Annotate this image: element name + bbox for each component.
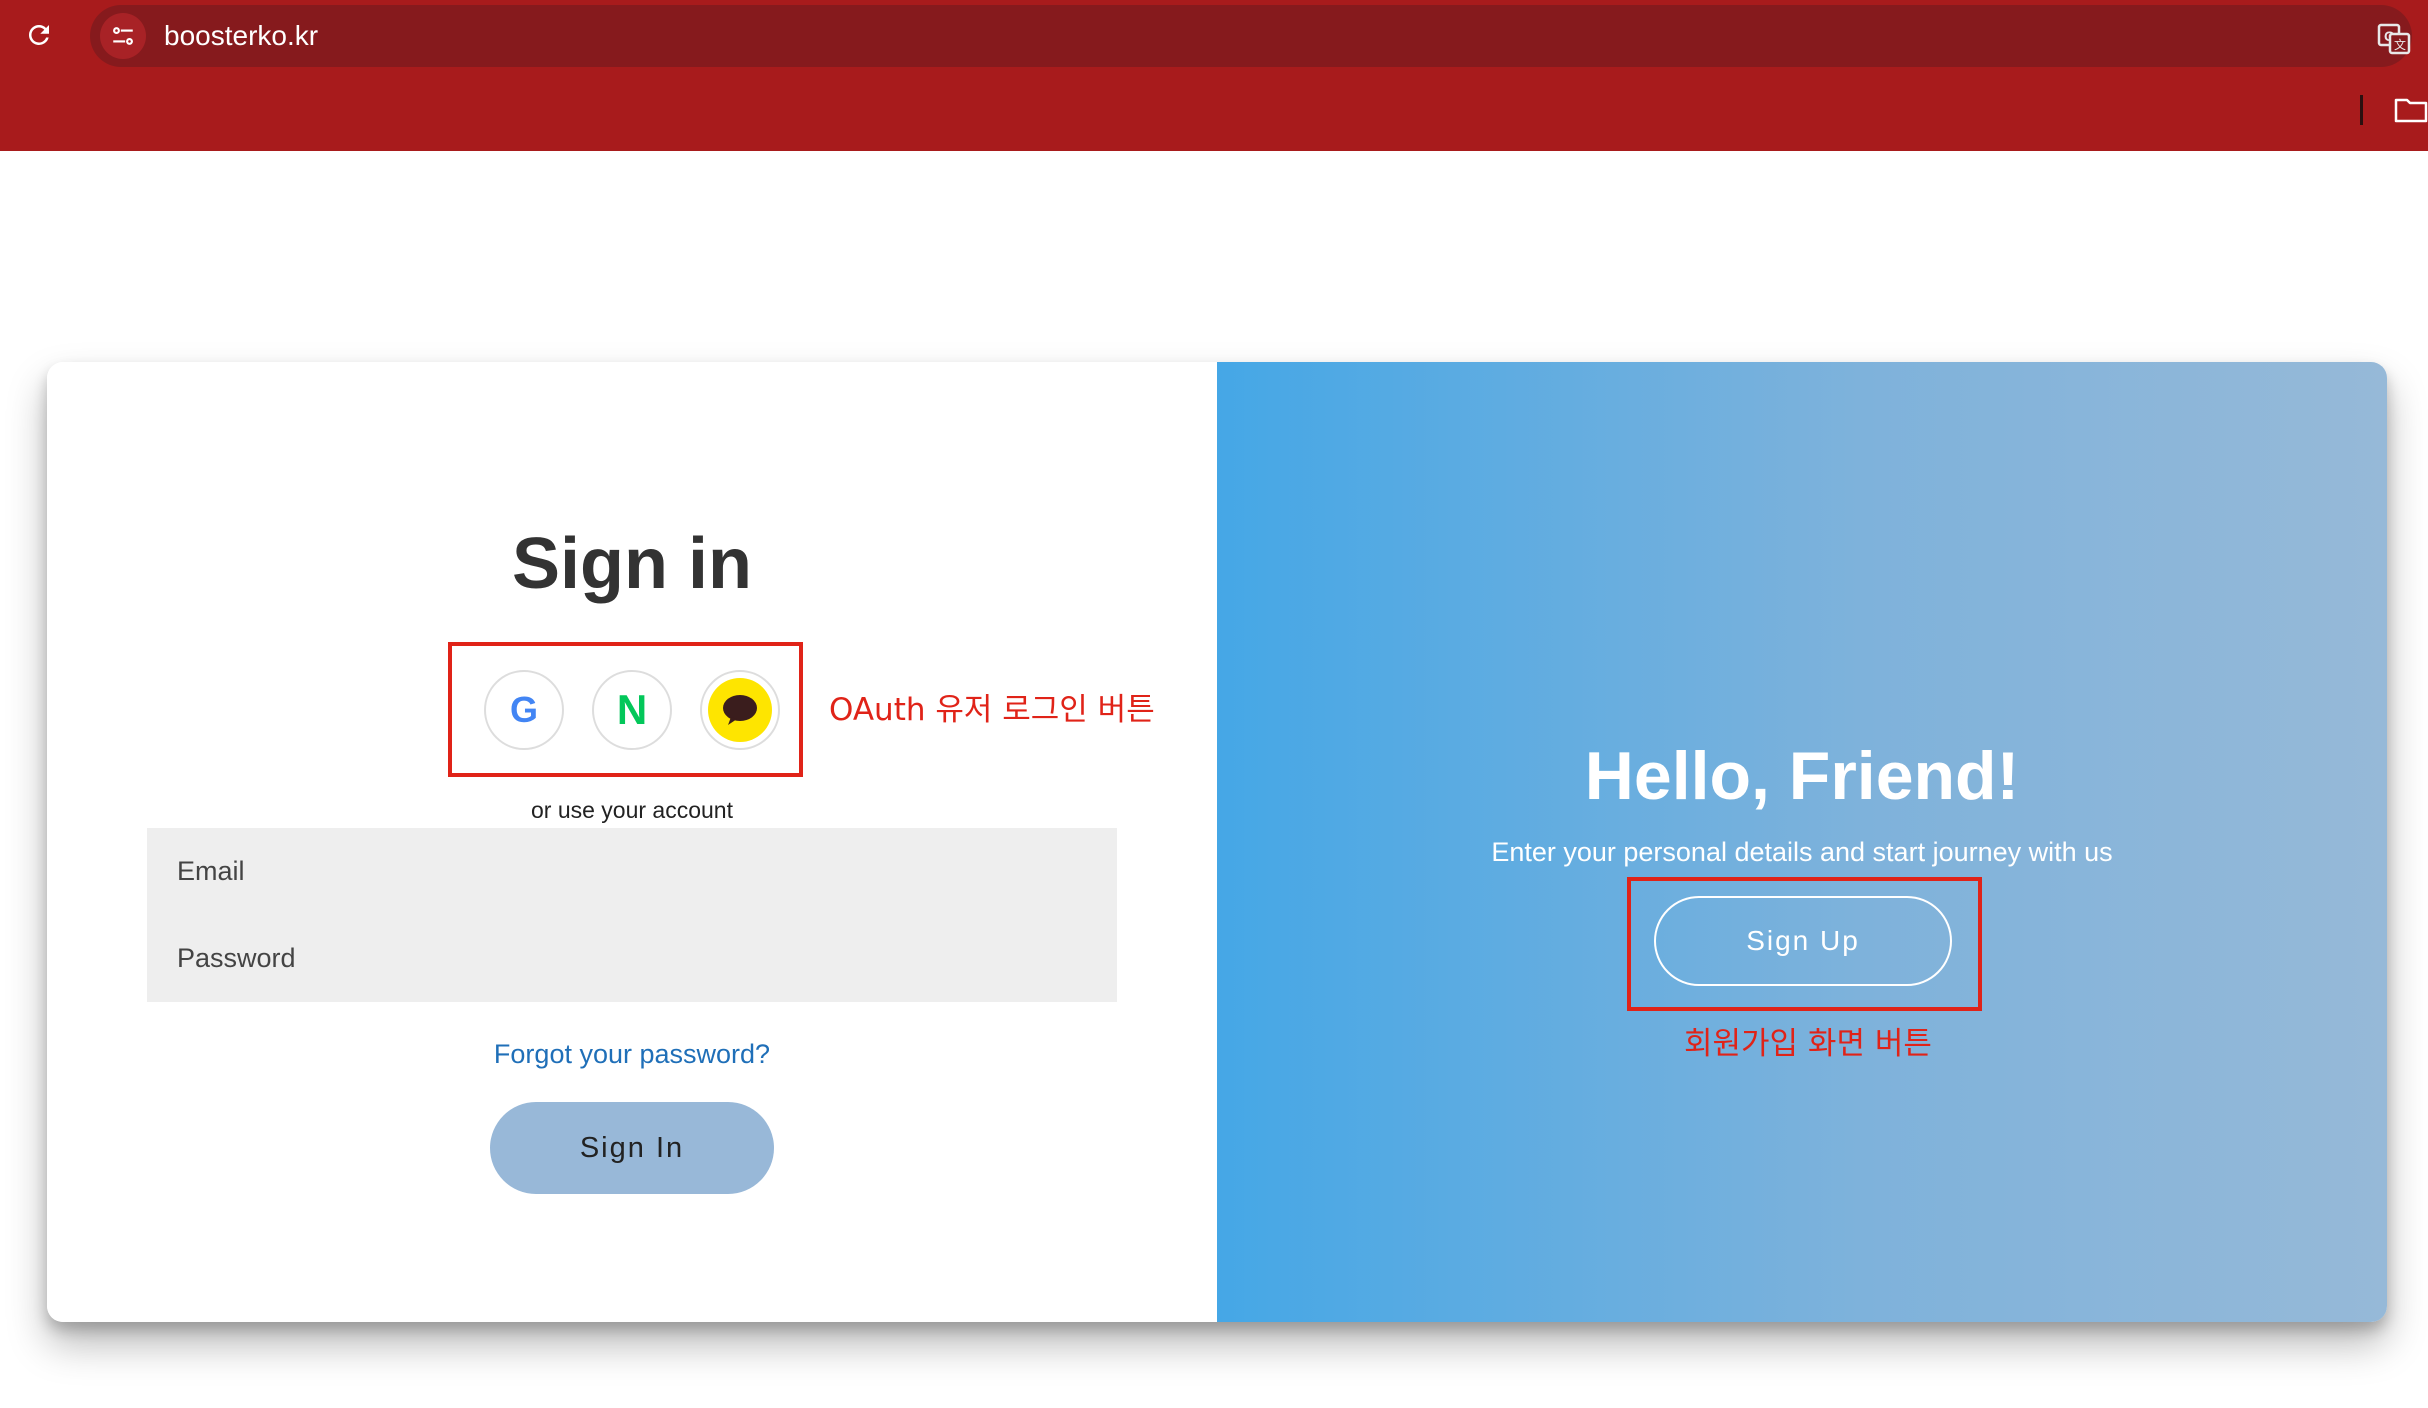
reload-icon[interactable] <box>18 14 60 56</box>
overlay-title: Hello, Friend! <box>1584 738 2020 814</box>
divider-text: or use your account <box>530 797 733 823</box>
translate-icon[interactable]: G 文 <box>2376 21 2412 57</box>
folder-icon[interactable] <box>2394 96 2428 124</box>
email-field[interactable] <box>147 828 1117 915</box>
bookmarks-divider <box>2360 95 2363 125</box>
overlay-panel: Hello, Friend! Enter your personal detai… <box>1217 362 2387 1322</box>
browser-toolbar: boosterko.kr G 文 <box>0 0 2428 151</box>
signin-button[interactable]: Sign In <box>490 1102 774 1194</box>
signin-panel: Sign in G N or use your account Forgot y… <box>47 362 1217 1322</box>
password-field[interactable] <box>147 915 1117 1002</box>
svg-text:文: 文 <box>2394 37 2406 52</box>
forgot-password-link[interactable]: Forgot your password? <box>47 1038 1217 1070</box>
signup-annotation-label: 회원가입 화면 버튼 <box>1684 1026 1932 1062</box>
oauth-annotation-label: OAuth 유저 로그인 버튼 <box>829 692 1155 728</box>
auth-card: Sign in G N or use your account Forgot y… <box>47 362 2387 1322</box>
overlay-subtitle: Enter your personal details and start jo… <box>1491 837 2113 867</box>
oauth-annotation-box <box>448 642 803 777</box>
credentials-fields <box>147 828 1117 1002</box>
url-text: boosterko.kr <box>164 20 319 51</box>
address-bar[interactable]: boosterko.kr G 文 <box>90 5 2412 67</box>
signin-title: Sign in <box>512 524 752 604</box>
site-info-icon[interactable] <box>100 13 146 59</box>
signup-annotation-box <box>1627 877 1982 1011</box>
